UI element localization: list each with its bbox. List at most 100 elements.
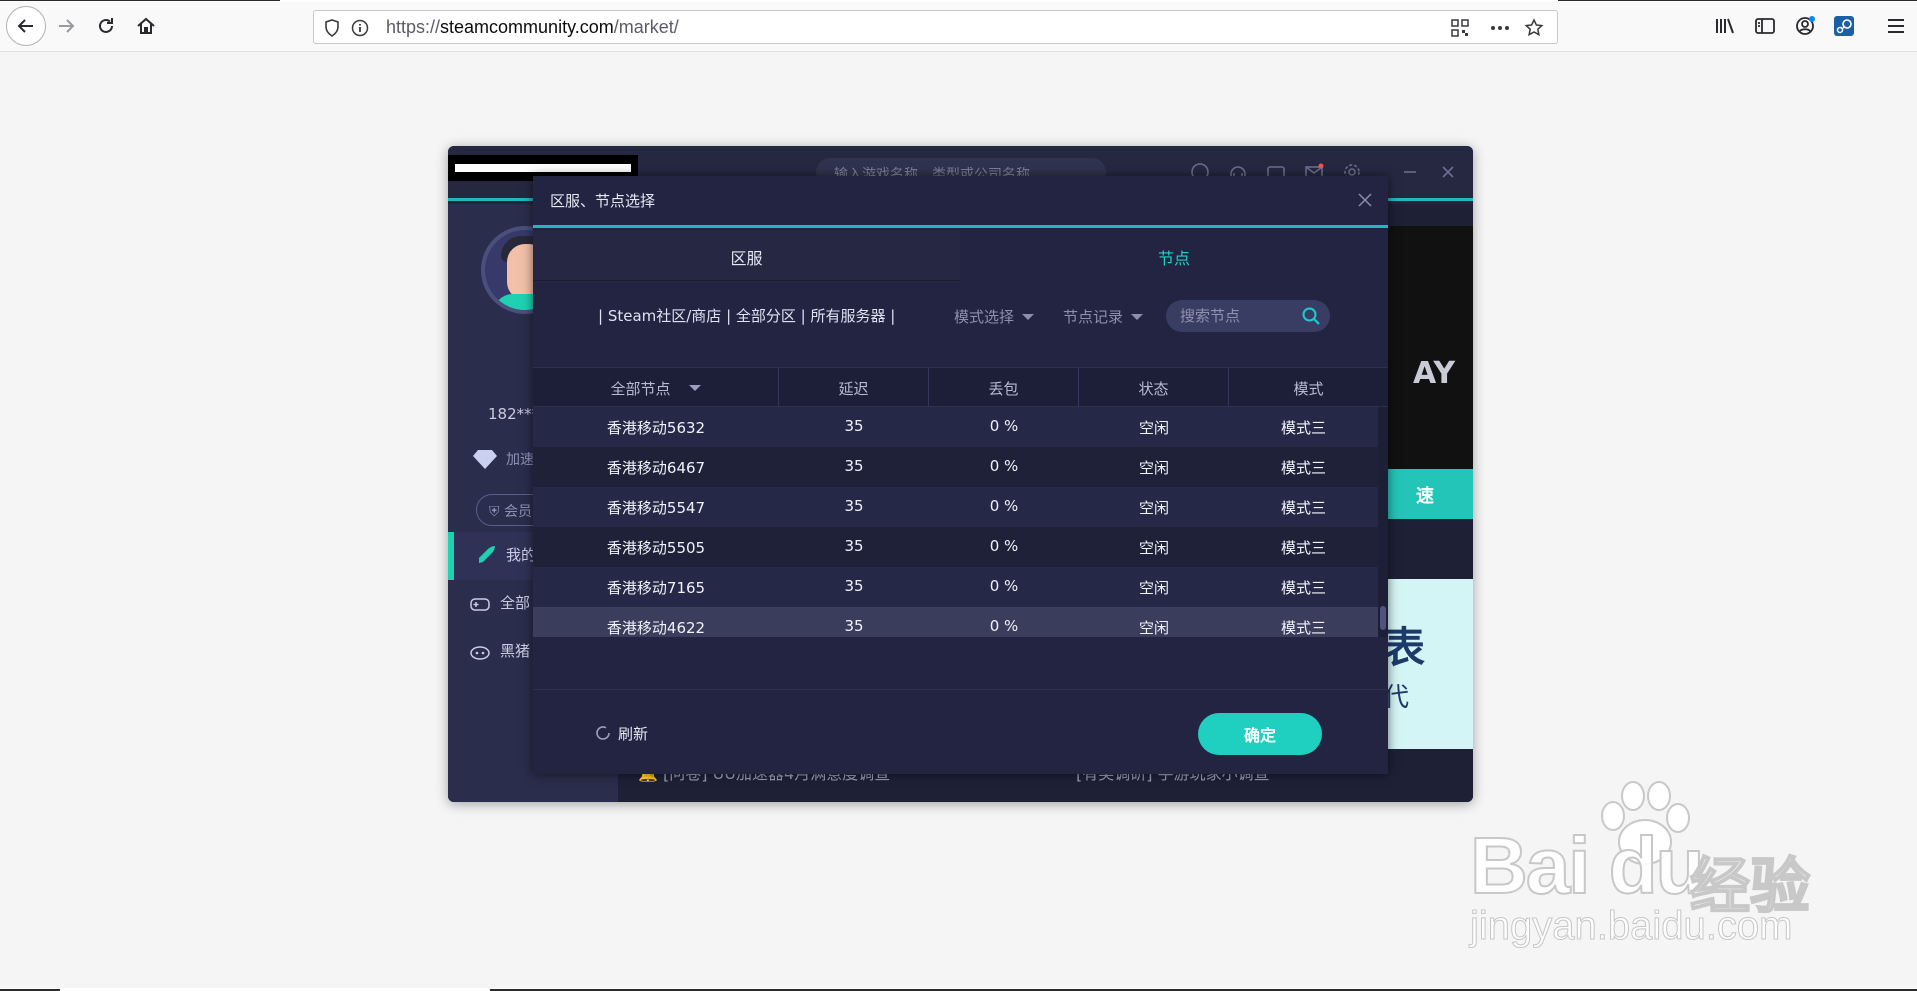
refresh-icon xyxy=(592,722,614,744)
cell-packet-loss: 0 % xyxy=(989,417,1019,435)
scrollbar-thumb[interactable] xyxy=(1380,606,1386,630)
dialog-header: 区服、节点选择 xyxy=(533,176,1388,228)
info-icon[interactable] xyxy=(350,18,370,38)
library-icon xyxy=(1716,18,1734,34)
node-select-dialog: 区服、节点选择 区服 节点 | Steam社区/商店 | 全部分区 | 所有服务… xyxy=(533,176,1388,774)
cell-latency: 35 xyxy=(844,617,864,635)
cell-mode: 模式三 xyxy=(1280,579,1326,597)
top-edge xyxy=(0,0,1917,2)
watermark-brand: Bai du xyxy=(1469,820,1705,911)
steam-extension-button[interactable] xyxy=(1826,8,1862,44)
shield-badge-icon: ⛨ xyxy=(489,504,500,520)
col-latency[interactable]: 延迟 xyxy=(779,368,929,408)
more-actions-icon[interactable] xyxy=(1490,18,1510,38)
cell-packet-loss: 0 % xyxy=(989,617,1019,635)
table-row[interactable]: 香港移动5547 35 0 % 空闲 模式三 xyxy=(533,487,1378,527)
menu-button[interactable] xyxy=(1878,8,1914,44)
watermark-url: jingyan.baidu.com xyxy=(1469,904,1793,949)
url-bar[interactable]: https://steamcommunity.com/market/ xyxy=(313,10,1558,44)
mode-select-dropdown[interactable]: 模式选择 xyxy=(954,306,1035,327)
bookmark-star-icon[interactable] xyxy=(1524,18,1544,38)
col-status[interactable]: 状态 xyxy=(1079,368,1229,408)
cell-status: 空闲 xyxy=(1138,459,1169,477)
cell-latency: 35 xyxy=(844,457,864,475)
qr-code-icon[interactable] xyxy=(1450,18,1470,38)
baidu-watermark: Bai du 经验 jingyan.baidu.com xyxy=(1469,780,1830,955)
sidebar-button[interactable] xyxy=(1747,8,1783,44)
library-button[interactable] xyxy=(1707,8,1743,44)
minimize-icon[interactable] xyxy=(1398,160,1422,184)
table-row[interactable]: 香港移动7165 35 0 % 空闲 模式三 xyxy=(533,567,1378,607)
cell-node-name: 香港移动4622 xyxy=(606,619,706,637)
node-history-dropdown[interactable]: 节点记录 xyxy=(1063,306,1144,327)
node-history-label: 节点记录 xyxy=(1063,308,1124,326)
watermark-jingyan: 经验 xyxy=(1689,851,1811,923)
table-row[interactable]: 香港移动5632 35 0 % 空闲 模式三 xyxy=(533,407,1378,447)
rocket-icon xyxy=(474,544,498,568)
tab-node[interactable]: 节点 xyxy=(960,231,1388,281)
cell-status: 空闲 xyxy=(1138,619,1169,637)
home-icon xyxy=(137,17,155,34)
caret-down-icon xyxy=(1131,313,1144,320)
vip-row[interactable]: 加速 xyxy=(472,448,534,470)
pig-icon xyxy=(468,640,492,664)
confirm-button[interactable]: 确定 xyxy=(1198,713,1322,755)
cell-mode: 模式三 xyxy=(1280,419,1326,437)
gamepad-icon xyxy=(468,592,492,616)
account-button[interactable] xyxy=(1787,8,1823,44)
close-window-icon[interactable] xyxy=(1436,160,1460,184)
url-prefix: https:// xyxy=(386,17,441,37)
cell-latency: 35 xyxy=(844,537,864,555)
col-mode[interactable]: 模式 xyxy=(1229,368,1388,408)
col-all-nodes[interactable]: 全部节点 xyxy=(533,368,779,408)
url-host: steamcommunity.com xyxy=(440,17,614,37)
footer-divider xyxy=(533,689,1388,690)
ad-headline: 表 xyxy=(1383,623,1426,672)
home-button[interactable] xyxy=(128,8,164,44)
reload-button[interactable] xyxy=(88,8,124,44)
refresh-button[interactable]: 刷新 xyxy=(592,722,648,744)
dialog-title: 区服、节点选择 xyxy=(550,192,656,210)
browser-toolbar: https://steamcommunity.com/market/ xyxy=(0,0,1917,52)
col-packet-loss[interactable]: 丢包 xyxy=(929,368,1079,408)
table-row[interactable]: 香港移动6467 35 0 % 空闲 模式三 xyxy=(533,447,1378,487)
arrow-left-icon xyxy=(17,19,33,33)
shield-icon[interactable] xyxy=(322,18,342,38)
mode-select-label: 模式选择 xyxy=(954,308,1015,326)
sidebar-icon xyxy=(1755,18,1775,34)
caret-down-icon xyxy=(1022,313,1035,320)
forward-button[interactable] xyxy=(48,8,84,44)
nav-label: 我的 xyxy=(506,546,537,564)
caret-down-icon xyxy=(688,385,701,391)
search-icon[interactable] xyxy=(1300,305,1322,327)
cell-mode: 模式三 xyxy=(1280,539,1326,557)
table-row[interactable]: 香港移动5505 35 0 % 空闲 模式三 xyxy=(533,527,1378,567)
cell-node-name: 香港移动7165 xyxy=(606,579,706,597)
cell-packet-loss: 0 % xyxy=(989,577,1019,595)
tab-region[interactable]: 区服 xyxy=(533,231,960,281)
scrollbar[interactable] xyxy=(1378,407,1388,637)
member-label: 会员 xyxy=(503,504,532,520)
dialog-close-button[interactable] xyxy=(1354,189,1376,211)
account-icon xyxy=(1796,16,1815,35)
col-label: 全部节点 xyxy=(610,380,671,398)
diamond-icon xyxy=(473,450,497,469)
cell-latency: 35 xyxy=(844,577,864,595)
url-text[interactable]: https://steamcommunity.com/market/ xyxy=(386,17,679,38)
cell-packet-loss: 0 % xyxy=(989,497,1019,515)
table-row[interactable]: 香港移动4622 35 0 % 空闲 模式三 xyxy=(533,607,1378,637)
arrow-right-icon xyxy=(59,19,75,33)
cell-status: 空闲 xyxy=(1138,419,1169,437)
close-icon xyxy=(1358,193,1372,207)
node-search-input[interactable] xyxy=(1180,305,1298,327)
cell-packet-loss: 0 % xyxy=(989,537,1019,555)
cell-node-name: 香港移动5632 xyxy=(606,419,706,437)
refresh-label: 刷新 xyxy=(618,724,649,743)
table-body: 香港移动5632 35 0 % 空闲 模式三 香港移动6467 35 0 % 空闲 模式三 香港移动… xyxy=(533,407,1388,637)
cell-node-name: 香港移动5505 xyxy=(606,539,706,557)
nav-label: 全部 xyxy=(500,594,531,612)
node-search xyxy=(1166,300,1330,332)
cell-status: 空闲 xyxy=(1138,579,1169,597)
username: 182*** xyxy=(488,405,540,423)
back-button[interactable] xyxy=(6,6,46,46)
